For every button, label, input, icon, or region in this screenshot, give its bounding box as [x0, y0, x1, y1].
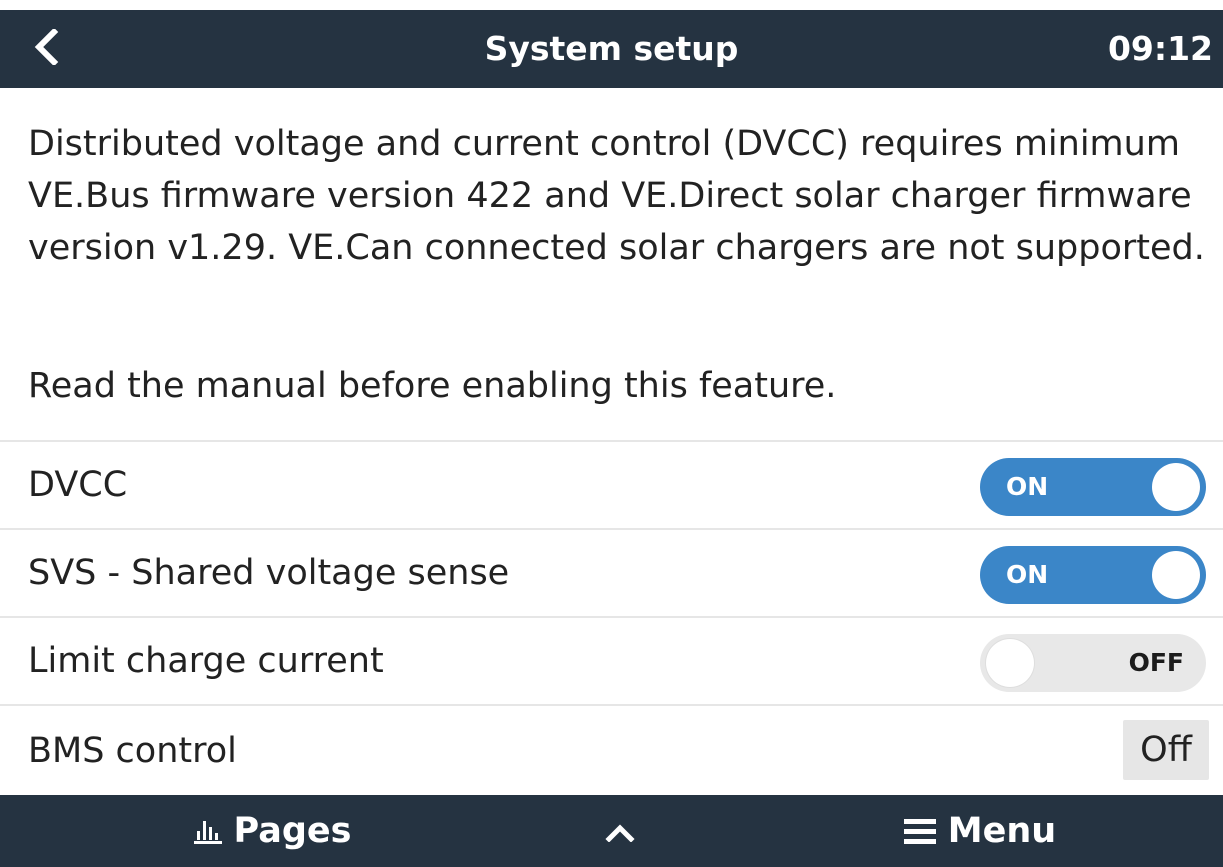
- setting-row-dvcc[interactable]: DVCC ON: [0, 440, 1223, 526]
- setting-row-limit-charge-current[interactable]: Limit charge current OFF: [0, 616, 1223, 702]
- scroll-up-button[interactable]: [590, 795, 650, 867]
- system-setup-screen: System setup 09:12 Distributed voltage a…: [0, 0, 1223, 867]
- header-bar: System setup 09:12: [0, 10, 1223, 88]
- chevron-up-icon: [605, 811, 635, 851]
- chevron-left-icon: [32, 27, 62, 69]
- svs-toggle[interactable]: ON: [980, 546, 1206, 604]
- toggle-knob: [1152, 463, 1200, 511]
- bar-chart-icon: [193, 818, 222, 844]
- toggle-state-text: ON: [1006, 560, 1049, 589]
- back-button[interactable]: [22, 24, 72, 74]
- footer-bar: Pages Menu: [0, 795, 1223, 867]
- setting-label: BMS control: [28, 731, 237, 771]
- toggle-knob: [986, 639, 1034, 687]
- page-title: System setup: [484, 29, 739, 68]
- toggle-state-text: ON: [1006, 472, 1049, 501]
- setting-label: DVCC: [28, 465, 128, 505]
- bms-control-value: Off: [1123, 720, 1209, 780]
- setting-row-svs[interactable]: SVS - Shared voltage sense ON: [0, 528, 1223, 614]
- limit-charge-current-toggle[interactable]: OFF: [980, 634, 1206, 692]
- dvcc-description: Distributed voltage and current control …: [28, 124, 1205, 268]
- pages-button[interactable]: Pages: [165, 795, 380, 867]
- menu-label: Menu: [947, 811, 1057, 851]
- toggle-knob: [1152, 551, 1200, 599]
- toggle-state-text: OFF: [1128, 648, 1184, 677]
- pages-label: Pages: [233, 811, 352, 851]
- setting-row-bms-control[interactable]: BMS control Off: [0, 704, 1223, 795]
- manual-note: Read the manual before enabling this fea…: [28, 366, 837, 406]
- clock: 09:12: [1107, 29, 1213, 68]
- dvcc-toggle[interactable]: ON: [980, 458, 1206, 516]
- menu-button[interactable]: Menu: [880, 795, 1080, 867]
- setting-label: SVS - Shared voltage sense: [28, 553, 510, 593]
- setting-label: Limit charge current: [28, 641, 384, 681]
- hamburger-menu-icon: [903, 817, 936, 845]
